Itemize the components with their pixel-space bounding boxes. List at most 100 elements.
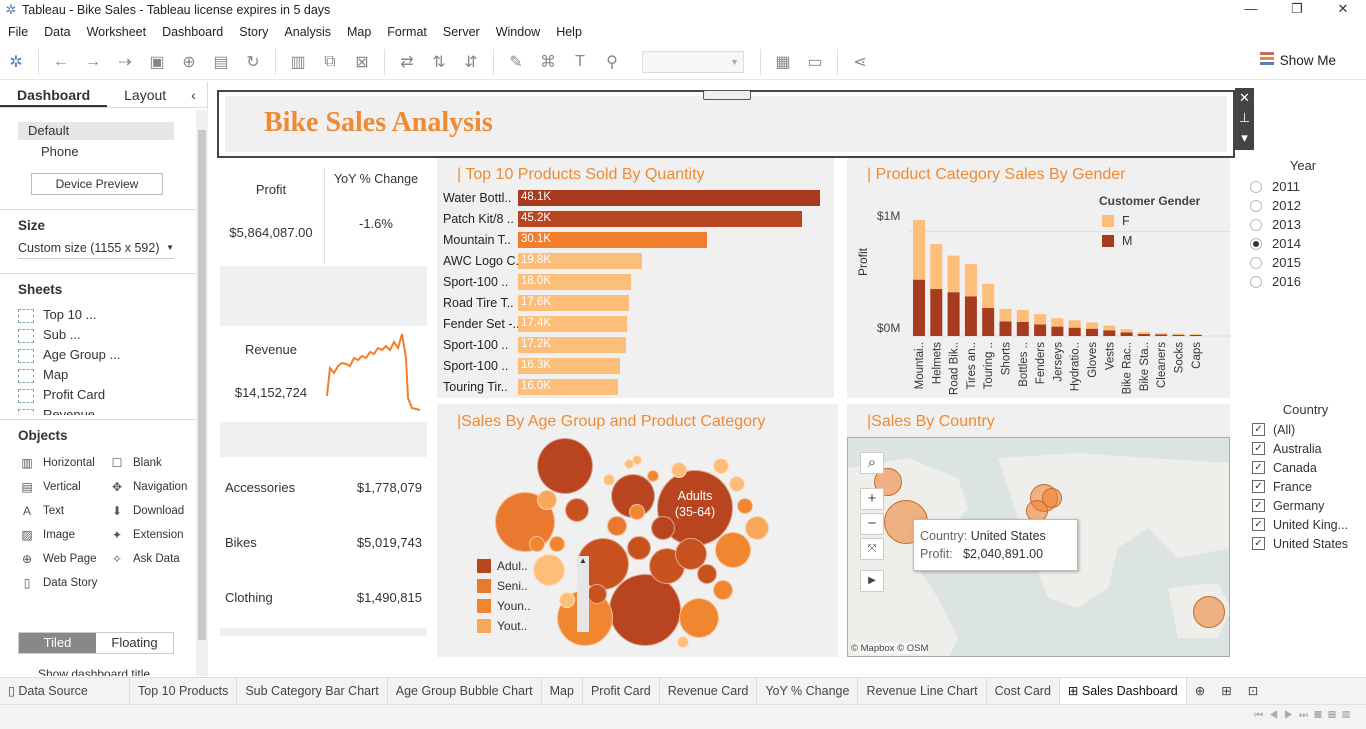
age-legend-item[interactable]: Youn.. (477, 596, 585, 616)
redo-icon[interactable]: → (81, 50, 105, 74)
menu-worksheet[interactable]: Worksheet (79, 22, 155, 42)
object-web-page[interactable]: ⊕ Web Page (18, 547, 108, 571)
menu-server[interactable]: Server (435, 22, 488, 42)
menu-dashboard[interactable]: Dashboard (154, 22, 231, 42)
bar-segment-f[interactable] (913, 220, 925, 280)
category-row[interactable]: Clothing $1,490,815 (225, 590, 422, 605)
bar-segment-f[interactable] (964, 264, 977, 297)
tab-map[interactable]: Map (542, 678, 583, 704)
tab-layout[interactable]: Layout (107, 82, 183, 107)
new-story-tab-icon[interactable]: ⊡ (1240, 678, 1266, 704)
year-option-2014[interactable]: 2014 (1248, 234, 1358, 253)
presentation-icon[interactable]: ▭ (803, 50, 827, 74)
bar-segment-f[interactable] (1172, 333, 1185, 335)
sheet-item[interactable]: Profit Card (0, 385, 207, 405)
tab-revenue-card[interactable]: Revenue Card (660, 678, 758, 704)
bar-segment-m[interactable] (964, 296, 977, 336)
revenue-card[interactable]: Revenue $14,152,724 (220, 328, 322, 418)
bubble[interactable] (697, 564, 717, 584)
sheet-item[interactable]: Revenue ... (0, 405, 207, 415)
sheet-item[interactable]: Age Group ... (0, 345, 207, 365)
sheet-navigation[interactable]: ⏮◀▶⏭▦▤▩ (1254, 710, 1356, 721)
bubble[interactable] (607, 516, 627, 536)
year-option-2012[interactable]: 2012 (1248, 196, 1358, 215)
object-horizontal[interactable]: ▥ Horizontal (18, 451, 108, 475)
reset-map-icon[interactable]: ⤧ (860, 538, 884, 560)
bubble[interactable] (671, 462, 687, 478)
menu-map[interactable]: Map (339, 22, 379, 42)
country-option[interactable]: ✓ Canada (1248, 458, 1363, 477)
bar-segment-m[interactable] (999, 321, 1012, 336)
age-panel[interactable]: |Sales By Age Group and Product Category… (437, 404, 838, 657)
bar-segment-f[interactable] (930, 244, 943, 290)
bar-segment-f[interactable] (1103, 325, 1116, 331)
bar-segment-m[interactable] (930, 289, 943, 336)
new-worksheet-tab-icon[interactable]: ⊕ (1187, 678, 1213, 704)
sheet-item[interactable]: Map (0, 365, 207, 385)
duplicate-icon[interactable]: ⧉ (318, 50, 342, 74)
object-image[interactable]: ▨ Image (18, 523, 108, 547)
bar-segment-f[interactable] (1155, 333, 1168, 335)
category-row[interactable]: Bikes $5,019,743 (225, 535, 422, 550)
show-title-checkbox[interactable]: Show dashboard title (18, 668, 150, 676)
remove-icon[interactable]: ✕ (1235, 88, 1254, 108)
device-preview-button[interactable]: Device Preview (31, 173, 163, 195)
pause-updates-icon[interactable]: ▤ (209, 50, 233, 74)
more-options-icon[interactable]: ▾ (1235, 128, 1254, 148)
new-datasource-icon[interactable]: ⊕ (177, 50, 201, 74)
country-option[interactable]: ✓ Australia (1248, 439, 1363, 458)
swap-icon[interactable]: ⇄ (395, 50, 419, 74)
bar-segment-m[interactable] (1103, 330, 1116, 336)
bar-segment-f[interactable] (999, 308, 1012, 322)
tab-cost-card[interactable]: Cost Card (987, 678, 1060, 704)
restore-icon[interactable]: ❐ (1274, 0, 1320, 20)
country-option[interactable]: ✓ Germany (1248, 496, 1363, 515)
bubble[interactable] (587, 584, 607, 604)
move-handle[interactable] (703, 90, 751, 100)
bubble[interactable] (609, 574, 681, 646)
tab-sub-category-bar-chart[interactable]: Sub Category Bar Chart (237, 678, 388, 704)
size-dropdown[interactable]: Custom size (1155 x 592) ▼ (18, 241, 174, 259)
replay-icon[interactable]: ⇢ (113, 50, 137, 74)
age-legend-item[interactable]: Yout.. (477, 616, 585, 636)
bar-segment-f[interactable] (1016, 309, 1029, 322)
map-attribution[interactable]: © Mapbox © OSM (851, 643, 929, 654)
bar-segment-f[interactable] (1086, 322, 1098, 329)
show-cards-icon[interactable]: ▦ (771, 50, 795, 74)
object-data-story[interactable]: ▯ Data Story (18, 571, 108, 595)
sort-ascending-icon[interactable]: ⇅ (427, 50, 451, 74)
object-vertical[interactable]: ▤ Vertical (18, 475, 108, 499)
bar-segment-f[interactable] (1137, 332, 1150, 334)
bar-segment-m[interactable] (947, 292, 960, 336)
close-window-icon[interactable]: ✕ (1320, 0, 1366, 20)
object-blank[interactable]: ☐ Blank (108, 451, 198, 475)
bubble[interactable] (565, 498, 589, 522)
category-row[interactable]: Accessories $1,778,079 (225, 480, 422, 495)
bubble[interactable] (715, 532, 751, 568)
bar-segment-m[interactable] (1155, 334, 1168, 336)
save-icon[interactable]: ▣ (145, 50, 169, 74)
bubble[interactable] (737, 498, 753, 514)
bar-segment-f[interactable] (1051, 318, 1064, 327)
bar-segment-m[interactable] (1086, 328, 1098, 336)
australia-bubble[interactable] (1193, 596, 1225, 628)
tab-sales-dashboard[interactable]: ⊞ Sales Dashboard (1059, 678, 1187, 704)
device-phone[interactable]: Phone (41, 143, 207, 161)
object-text[interactable]: A Text (18, 499, 108, 523)
label-icon[interactable]: T (568, 50, 592, 74)
bar-segment-m[interactable] (1034, 324, 1047, 336)
bubble[interactable] (677, 636, 689, 648)
tab-age-group-bubble-chart[interactable]: Age Group Bubble Chart (388, 678, 542, 704)
sort-descending-icon[interactable]: ⇵ (459, 50, 483, 74)
top10-panel[interactable]: | Top 10 Products Sold By Quantity Water… (437, 158, 834, 398)
device-default[interactable]: Default (18, 122, 174, 140)
menu-story[interactable]: Story (231, 22, 276, 42)
legend-scrollbar[interactable]: ▲ (577, 556, 589, 632)
tab-dashboard[interactable]: Dashboard (0, 82, 108, 107)
bar-segment-f[interactable] (947, 255, 960, 293)
menu-format[interactable]: Format (379, 22, 435, 42)
sheet-item[interactable]: Sub ... (0, 325, 207, 345)
bar-segment-f[interactable] (1068, 320, 1081, 328)
bubble[interactable] (629, 504, 645, 520)
bar-segment-f[interactable] (982, 283, 995, 308)
